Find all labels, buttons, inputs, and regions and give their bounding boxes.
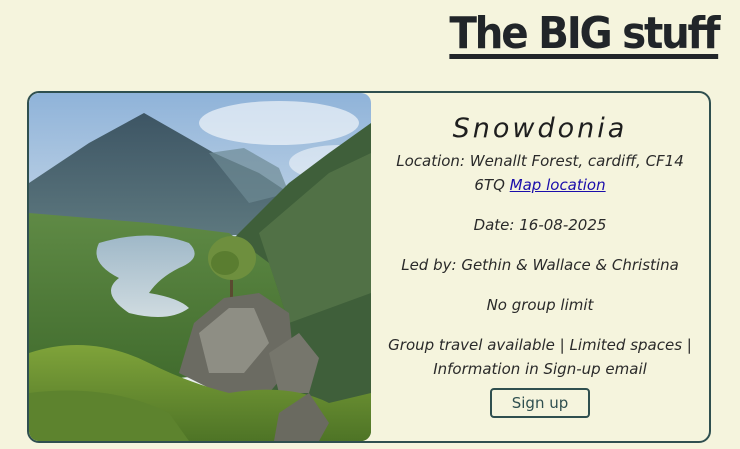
mountain-landscape-image bbox=[29, 93, 371, 441]
event-card: Snowdonia Location: Wenallt Forest, card… bbox=[27, 91, 711, 443]
signup-button[interactable]: Sign up bbox=[489, 388, 591, 418]
event-date: Date: 16-08-2025 bbox=[473, 216, 607, 234]
page-title: The BIG stuff bbox=[449, 8, 720, 59]
map-location-link[interactable]: Map location bbox=[510, 176, 606, 194]
event-photo bbox=[29, 93, 371, 441]
event-leaders: Led by: Gethin & Wallace & Christina bbox=[401, 256, 679, 274]
event-details: Snowdonia Location: Wenallt Forest, card… bbox=[371, 93, 709, 441]
event-group-limit: No group limit bbox=[486, 296, 594, 314]
event-title: Snowdonia bbox=[452, 113, 628, 144]
event-notes: Group travel available | Limited spaces … bbox=[388, 336, 692, 378]
event-location: Location: Wenallt Forest, cardiff, CF14 … bbox=[387, 149, 693, 197]
